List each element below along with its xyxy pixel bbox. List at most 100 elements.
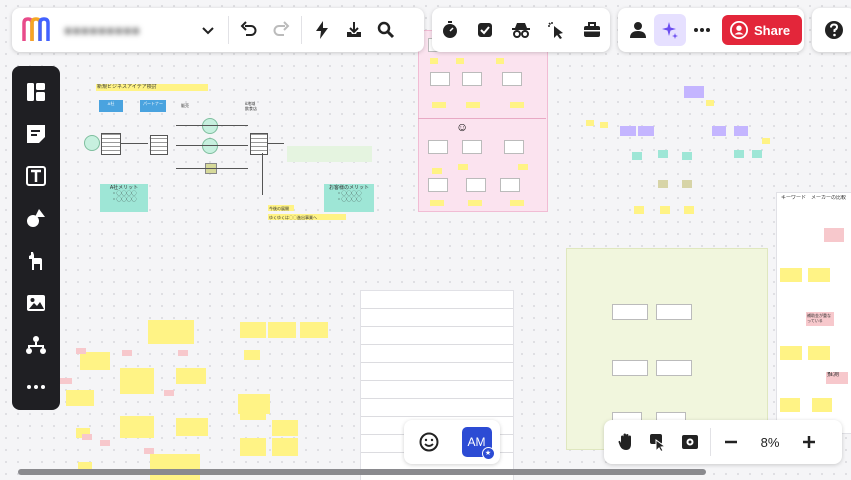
comments-pointer-icon[interactable] — [642, 426, 674, 458]
timer-icon[interactable] — [434, 14, 466, 46]
apps-llama-icon[interactable] — [16, 241, 56, 280]
sticky-note[interactable] — [122, 350, 132, 356]
sticky-note[interactable] — [462, 72, 482, 86]
header-note[interactable]: 新規ビジネスアイデア検討 — [96, 84, 208, 91]
sticky-note[interactable] — [752, 150, 762, 158]
shapes-icon[interactable] — [16, 199, 56, 238]
sticky-note[interactable] — [682, 152, 692, 160]
sticky-note[interactable] — [734, 126, 748, 136]
sticky-note[interactable] — [712, 126, 726, 136]
sticky-note[interactable] — [808, 268, 830, 282]
sticky-note[interactable] — [780, 268, 802, 282]
ai-sparkle-icon[interactable] — [654, 14, 686, 46]
tag-subsidy[interactable]: 補助金が重なっている — [806, 312, 834, 326]
help-icon[interactable] — [818, 14, 850, 46]
sticky-note[interactable] — [430, 58, 438, 64]
sticky-note[interactable] — [504, 140, 524, 154]
sticky-note[interactable] — [178, 350, 188, 356]
sticky-note[interactable] — [510, 200, 524, 206]
sticky-note[interactable] — [432, 168, 442, 174]
sticky-note[interactable] — [268, 322, 296, 338]
sticky-note[interactable] — [176, 368, 206, 384]
sticky-note[interactable] — [60, 378, 72, 384]
sticky-note[interactable] — [612, 360, 648, 376]
sticky-note[interactable] — [466, 102, 480, 108]
sticky-note[interactable] — [656, 360, 692, 376]
sticky-note[interactable] — [808, 346, 830, 360]
sticky-note[interactable] — [432, 102, 446, 108]
sticky-note[interactable] — [76, 348, 86, 354]
sticky-note[interactable] — [634, 206, 644, 214]
sticky-note[interactable] — [148, 320, 194, 344]
sticky-note[interactable] — [684, 206, 694, 214]
templates-icon[interactable] — [16, 72, 56, 111]
image-upload-icon[interactable] — [16, 283, 56, 322]
sticky-note[interactable] — [468, 200, 482, 206]
sticky-note[interactable] — [620, 126, 636, 136]
emoji-reaction-icon[interactable] — [413, 426, 445, 458]
zoom-out-icon[interactable] — [715, 426, 747, 458]
more-tools-icon[interactable] — [16, 368, 56, 407]
sticky-note[interactable] — [762, 138, 770, 144]
sticky-note[interactable] — [244, 350, 260, 360]
hand-pan-icon[interactable] — [610, 426, 642, 458]
sticky-note[interactable] — [632, 152, 642, 160]
briefcase-icon[interactable] — [576, 14, 608, 46]
sticky-note[interactable] — [812, 398, 832, 412]
sticky-note[interactable] — [430, 72, 450, 86]
sticky-note[interactable] — [586, 120, 594, 126]
sticky-note[interactable] — [164, 390, 174, 396]
box-partner[interactable]: パートナー — [140, 100, 166, 112]
app-logo[interactable] — [22, 15, 54, 45]
sticky-note[interactable] — [120, 368, 154, 394]
incognito-icon[interactable] — [505, 14, 537, 46]
minimap-icon[interactable] — [674, 426, 706, 458]
sticky-note[interactable] — [430, 200, 444, 206]
sticky-note-icon[interactable] — [16, 114, 56, 153]
avatar[interactable]: AM ★ — [461, 427, 495, 460]
problem-text[interactable]: ゆくゆくは◯◯進出事業へ — [268, 214, 346, 220]
sticky-note[interactable] — [780, 398, 800, 412]
more-options-icon[interactable] — [686, 14, 718, 46]
sticky-note[interactable] — [706, 100, 714, 106]
sticky-note[interactable] — [456, 58, 464, 64]
green-list-box[interactable] — [287, 146, 372, 162]
sticky-note[interactable] — [428, 140, 448, 154]
search-icon[interactable] — [370, 14, 402, 46]
zoom-in-icon[interactable] — [793, 426, 825, 458]
sticky-note[interactable] — [682, 180, 692, 188]
sticky-note[interactable] — [462, 140, 482, 154]
sticky-note[interactable] — [638, 126, 654, 136]
sticky-note[interactable] — [100, 440, 110, 446]
a-merit-card[interactable]: A社メリット ・◯◯◯◯ ・◯◯◯◯ — [100, 184, 148, 212]
sticky-note[interactable] — [466, 178, 486, 192]
diagram-icon[interactable] — [16, 326, 56, 365]
sticky-note[interactable] — [734, 150, 744, 158]
sticky-note[interactable] — [240, 438, 266, 456]
sticky-note[interactable] — [120, 416, 154, 438]
sticky-note[interactable] — [82, 434, 92, 440]
sticky-note[interactable] — [496, 58, 504, 64]
sticky-note[interactable] — [656, 304, 692, 320]
sticky-note[interactable] — [658, 150, 668, 158]
mindmap-area[interactable] — [580, 80, 780, 220]
user-icon[interactable] — [622, 14, 654, 46]
lightning-icon[interactable] — [306, 14, 338, 46]
flow-node-circle[interactable] — [202, 138, 218, 154]
sticky-note[interactable] — [66, 390, 94, 406]
sticky-note[interactable] — [458, 164, 468, 170]
sticky-note[interactable] — [658, 180, 668, 188]
horizontal-scrollbar[interactable] — [18, 469, 706, 475]
sticky-note[interactable] — [510, 102, 524, 108]
sticky-note[interactable] — [240, 322, 266, 338]
sticky-note[interactable] — [780, 346, 802, 360]
sticky-note[interactable] — [428, 178, 448, 192]
board-title[interactable]: ●●●●●●●●● — [64, 22, 184, 38]
sticky-note[interactable] — [300, 322, 328, 338]
problem-title[interactable]: 今後の展開 — [268, 205, 294, 211]
cursor-click-icon[interactable] — [541, 14, 573, 46]
tag-recommend[interactable]: 推測 — [826, 372, 848, 384]
sticky-note[interactable] — [176, 418, 208, 436]
board-canvas[interactable]: 新規ビジネスアイデア検討 A社 パートナー 販売 6地域 飲食店 A社メリット … — [0, 0, 851, 480]
sticky-note[interactable] — [824, 228, 844, 242]
